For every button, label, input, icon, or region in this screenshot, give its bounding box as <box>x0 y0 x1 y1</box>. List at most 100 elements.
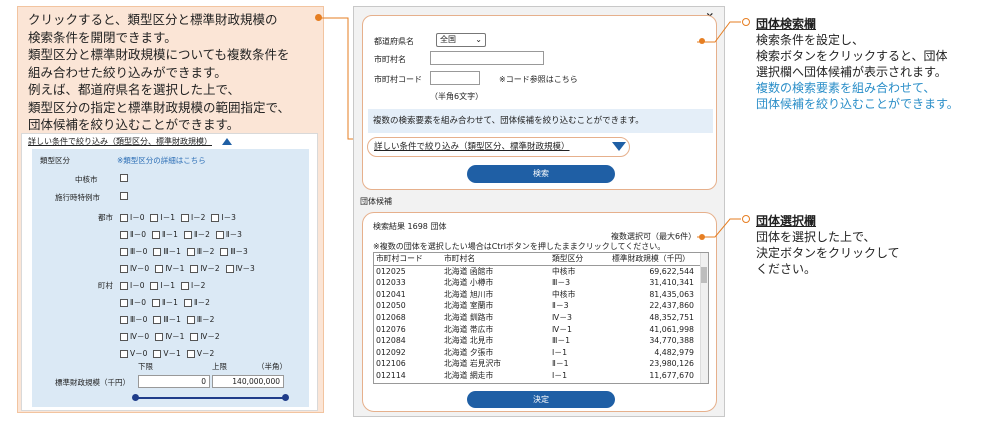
city-type-checkbox[interactable] <box>211 213 220 222</box>
town-type-option[interactable]: Ⅱ－2 <box>183 297 210 308</box>
city-type-option[interactable]: Ⅱ－2 <box>183 229 210 240</box>
town-type-option[interactable]: Ⅲ－2 <box>186 314 214 325</box>
muni-code-input[interactable] <box>430 71 480 85</box>
town-type-checkbox[interactable] <box>153 349 162 358</box>
town-type-option[interactable]: Ⅳ－0 <box>120 331 149 342</box>
town-type-checkbox[interactable] <box>120 315 128 324</box>
result-listbox[interactable]: 市町村コード 市町村名 類型区分 標準財政規模（千円） 012025 北海道 函館… <box>373 252 709 384</box>
table-row[interactable]: 012068 北海道 釧路市 Ⅳ－3 48,352,751 <box>374 312 702 324</box>
town-type-option[interactable]: Ⅰ－2 <box>180 280 205 291</box>
city-type-checkbox[interactable] <box>120 230 128 239</box>
city-type-option[interactable]: Ⅳ－3 <box>225 263 255 274</box>
table-row[interactable]: 012050 北海道 室蘭市 Ⅱ－3 22,437,860 <box>374 300 702 312</box>
decide-button[interactable]: 決定 <box>467 391 615 408</box>
city-type-option[interactable]: Ⅰ－1 <box>150 212 175 223</box>
table-row[interactable]: 012033 北海道 小樽市 Ⅲ－3 31,410,341 <box>374 277 702 289</box>
town-type-checkbox[interactable] <box>120 298 128 307</box>
city-type-option[interactable]: Ⅳ－0 <box>120 263 149 274</box>
city-type-checkbox[interactable] <box>153 247 162 256</box>
town-type-checkbox[interactable] <box>183 298 192 307</box>
expand-triangle-icon[interactable] <box>612 142 626 151</box>
town-type-option[interactable]: Ⅲ－1 <box>153 314 181 325</box>
town-type-option[interactable]: Ⅳ－1 <box>155 331 184 342</box>
city-type-checkbox[interactable] <box>220 247 229 256</box>
table-row[interactable]: 012092 北海道 夕張市 Ⅰ－1 4,482,979 <box>374 347 702 359</box>
town-type-checkbox[interactable] <box>150 281 159 290</box>
town-type-checkbox[interactable] <box>120 349 128 358</box>
city-type-option[interactable]: Ⅰ－0 <box>120 212 144 223</box>
result-scrollbar[interactable] <box>700 253 708 383</box>
city-type-checkbox[interactable] <box>120 213 128 222</box>
chukakushi-checkbox[interactable] <box>120 174 128 182</box>
table-row[interactable]: 012114 北海道 網走市 Ⅰ－1 11,677,670 <box>374 370 702 382</box>
detail-toggle[interactable]: 詳しい条件で絞り込み（類型区分、標準財政規模） <box>28 136 232 147</box>
city-type-option[interactable]: Ⅲ－0 <box>120 246 147 257</box>
table-row[interactable]: 012076 北海道 帯広市 Ⅳ－1 41,061,998 <box>374 324 702 336</box>
town-type-checkbox[interactable] <box>153 315 162 324</box>
city-type-checkbox[interactable] <box>186 247 195 256</box>
town-type-option[interactable]: Ⅳ－2 <box>190 331 220 342</box>
table-row[interactable]: 012025 北海道 函館市 中核市 69,622,544 <box>374 265 702 277</box>
upper-bound-input[interactable]: 140,000,000 <box>212 375 284 388</box>
town-type-option[interactable]: Ⅰ－0 <box>120 280 144 291</box>
scale-range-slider[interactable] <box>135 397 285 399</box>
slider-upper-handle[interactable] <box>282 394 289 401</box>
collapse-triangle-icon[interactable] <box>222 138 232 145</box>
city-type-checkbox[interactable] <box>150 213 159 222</box>
pref-select[interactable]: 全国 ⌄ <box>436 33 486 47</box>
town-type-option[interactable]: Ⅴ－1 <box>153 348 181 359</box>
town-type-label: Ⅴ－2 <box>196 349 215 358</box>
city-type-option[interactable]: Ⅱ－1 <box>151 229 178 240</box>
city-type-checkbox[interactable] <box>151 230 160 239</box>
city-type-option[interactable]: Ⅲ－2 <box>186 246 214 257</box>
town-type-checkbox[interactable] <box>151 298 160 307</box>
town-label: 町村 <box>98 281 113 290</box>
city-type-checkbox[interactable] <box>225 264 234 273</box>
town-type-option[interactable]: Ⅴ－2 <box>186 348 215 359</box>
town-type-checkbox[interactable] <box>155 332 164 341</box>
town-type-checkbox[interactable] <box>190 332 199 341</box>
table-row[interactable]: 012106 北海道 岩見沢市 Ⅱ－1 23,980,126 <box>374 358 702 370</box>
town-type-option[interactable]: Ⅲ－0 <box>120 314 147 325</box>
slider-lower-handle[interactable] <box>132 394 139 401</box>
city-type-checkbox[interactable] <box>190 264 199 273</box>
city-type-option[interactable]: Ⅱ－3 <box>215 229 242 240</box>
town-type-checkbox[interactable] <box>186 315 195 324</box>
city-type-checkbox[interactable] <box>120 264 128 273</box>
town-type-option[interactable]: Ⅱ－1 <box>151 297 178 308</box>
city-type-checkbox[interactable] <box>120 247 128 256</box>
city-type-option[interactable]: Ⅰ－2 <box>180 212 205 223</box>
city-type-option[interactable]: Ⅲ－3 <box>220 246 248 257</box>
shikoji-checkbox[interactable] <box>120 192 128 200</box>
city-type-option[interactable]: Ⅱ－0 <box>120 229 146 240</box>
town-type-checkbox[interactable] <box>186 349 195 358</box>
muni-name-input[interactable] <box>430 51 544 65</box>
city-type-option[interactable]: Ⅳ－2 <box>190 263 220 274</box>
city-type-checkbox[interactable] <box>183 230 192 239</box>
city-type-checkbox[interactable] <box>215 230 224 239</box>
search-button[interactable]: 検索 <box>467 165 615 183</box>
city-type-option[interactable]: Ⅲ－1 <box>153 246 181 257</box>
table-row[interactable]: 012041 北海道 旭川市 中核市 81,435,063 <box>374 289 702 301</box>
city-type-checkbox[interactable] <box>155 264 164 273</box>
town-type-option[interactable]: Ⅱ－0 <box>120 297 146 308</box>
explainer-line: 類型区分の指定と標準財政規模の範囲指定で、 <box>28 99 291 115</box>
city-type-option[interactable]: Ⅰ－3 <box>211 212 236 223</box>
code-reference-link[interactable]: ※コード参照はこちら <box>499 74 578 85</box>
select-annotation-body: 団体を選択した上で、 決定ボタンをクリックして ください。 <box>756 229 900 277</box>
detail-toggle-label[interactable]: 詳しい条件で絞り込み（類型区分、標準財政規模） <box>28 136 212 147</box>
town-type-option[interactable]: Ⅰ－1 <box>150 280 175 291</box>
town-type-checkbox[interactable] <box>120 332 128 341</box>
lower-bound-input[interactable]: 0 <box>138 375 210 388</box>
town-type-checkbox[interactable] <box>180 281 189 290</box>
town-type-checkbox[interactable] <box>120 281 128 290</box>
type-detail-link[interactable]: ※類型区分の詳細はこちら <box>117 155 206 166</box>
chevron-down-icon: ⌄ <box>475 35 482 44</box>
detail-condition-toggle[interactable]: 詳しい条件で絞り込み（類型区分、標準財政規模） <box>367 137 630 157</box>
scroll-thumb[interactable] <box>701 267 707 283</box>
table-row[interactable]: 012084 北海道 北見市 Ⅲ－1 34,770,388 <box>374 335 702 347</box>
type-label: 類型区分 <box>40 156 70 165</box>
city-type-checkbox[interactable] <box>180 213 189 222</box>
town-type-option[interactable]: Ⅴ－0 <box>120 348 147 359</box>
city-type-option[interactable]: Ⅳ－1 <box>155 263 184 274</box>
